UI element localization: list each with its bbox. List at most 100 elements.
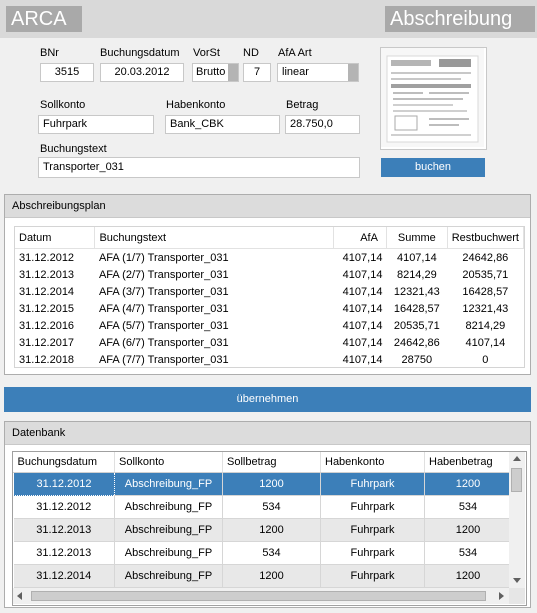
db-cell-sollkonto[interactable]: Abschreibung_FP: [114, 472, 223, 496]
dropdown-arrow-icon[interactable]: [348, 64, 358, 81]
db-cell-habenkonto[interactable]: Fuhrpark: [320, 564, 425, 588]
plan-cell-rest: 8214,29: [465, 319, 506, 332]
db-cell-habenkonto[interactable]: Fuhrpark: [320, 495, 425, 519]
plan-table: Datum Buchungstext AfA Summe Restbuchwer…: [15, 227, 525, 368]
plan-cell-summe: 4107,14: [396, 251, 437, 264]
scrollbar-thumb-horizontal[interactable]: [31, 591, 486, 601]
buchungstext-field[interactable]: Transporter_031: [38, 157, 360, 178]
nd-field[interactable]: 7: [243, 63, 271, 82]
plan-cell-afa: 4107,14: [342, 285, 383, 298]
datenbank-panel: Datenbank Buchungsdatum Sollkonto Sollbe…: [4, 421, 531, 608]
db-cell-sollkonto[interactable]: Abschreibung_FP: [114, 518, 223, 542]
col-restbuchwert[interactable]: Restbuchwert: [447, 227, 525, 249]
nd-label: ND: [243, 47, 259, 59]
db-cell-sollkonto[interactable]: Abschreibung_FP: [114, 495, 223, 519]
plan-row[interactable]: 31.12.2013 AFA (2/7) Transporter_031 410…: [15, 266, 524, 283]
plan-cell-afa: 4107,14: [342, 251, 383, 264]
scroll-left-icon[interactable]: [17, 592, 22, 600]
db-row-selected[interactable]: 31.12.2012 Abschreibung_FP 1200 Fuhrpark…: [13, 472, 512, 496]
vorst-dropdown[interactable]: Brutto: [192, 63, 239, 82]
plan-cell-datum: 31.12.2016: [19, 319, 75, 332]
abschreibungsplan-title: Abschreibungsplan: [5, 195, 530, 218]
db-cell-habenkonto[interactable]: Fuhrpark: [320, 541, 425, 565]
db-cell-datum[interactable]: 31.12.2014: [13, 564, 115, 588]
plan-row[interactable]: 31.12.2012 AFA (1/7) Transporter_031 410…: [15, 249, 524, 267]
db-cell-habenbetrag[interactable]: 1200: [424, 564, 512, 588]
db-cell-sollkonto[interactable]: Abschreibung_FP: [114, 564, 223, 588]
receipt-thumbnail-image[interactable]: [380, 47, 487, 150]
plan-cell-rest: 24642,86: [462, 251, 509, 264]
bnr-field[interactable]: 3515: [40, 63, 94, 82]
scroll-right-icon[interactable]: [499, 592, 504, 600]
db-cell-sollbetrag[interactable]: 534: [222, 541, 321, 565]
db-cell-sollbetrag[interactable]: 1200: [222, 564, 321, 588]
col-buchungstext[interactable]: Buchungstext: [94, 227, 335, 249]
plan-row[interactable]: 31.12.2015 AFA (4/7) Transporter_031 410…: [15, 300, 524, 317]
scroll-down-icon[interactable]: [513, 578, 521, 583]
col-sollkonto[interactable]: Sollkonto: [114, 452, 223, 473]
db-cell-datum[interactable]: 31.12.2013: [13, 541, 115, 565]
plan-row[interactable]: 31.12.2016 AFA (5/7) Transporter_031 410…: [15, 317, 524, 334]
plan-row[interactable]: 31.12.2018 AFA (7/7) Transporter_031 410…: [15, 351, 524, 368]
db-row[interactable]: 31.12.2013 Abschreibung_FP 1200 Fuhrpark…: [13, 518, 512, 542]
dropdown-arrow-icon[interactable]: [228, 64, 238, 81]
datenbank-grid[interactable]: Buchungsdatum Sollkonto Sollbetrag Haben…: [12, 451, 527, 606]
habenkonto-field[interactable]: Bank_CBK: [165, 115, 280, 134]
receipt-icon: [381, 48, 484, 147]
col-sollbetrag[interactable]: Sollbetrag: [222, 452, 321, 473]
plan-cell-afa: 4107,14: [342, 268, 383, 281]
header-bar: ARCA Abschreibung: [0, 0, 537, 38]
db-table: Buchungsdatum Sollkonto Sollbetrag Haben…: [13, 452, 512, 588]
db-cell-habenbetrag[interactable]: 1200: [424, 518, 512, 542]
plan-cell-text: AFA (2/7) Transporter_031: [98, 268, 229, 281]
scroll-up-icon[interactable]: [513, 456, 521, 461]
buchungsdatum-field[interactable]: 20.03.2012: [100, 63, 184, 82]
db-cell-sollbetrag[interactable]: 534: [222, 495, 321, 519]
col-habenbetrag[interactable]: Habenbetrag: [424, 452, 512, 473]
db-cell-sollkonto[interactable]: Abschreibung_FP: [114, 541, 223, 565]
plan-cell-rest: 20535,71: [462, 268, 509, 281]
bnr-label: BNr: [40, 47, 59, 59]
col-habenkonto[interactable]: Habenkonto: [320, 452, 425, 473]
scrollbar-thumb[interactable]: [511, 468, 522, 492]
plan-row[interactable]: 31.12.2017 AFA (6/7) Transporter_031 410…: [15, 334, 524, 351]
db-cell-habenbetrag[interactable]: 1200: [424, 472, 512, 496]
db-cell-datum[interactable]: 31.12.2013: [13, 518, 115, 542]
plan-cell-summe: 28750: [401, 353, 433, 366]
plan-cell-text: AFA (1/7) Transporter_031: [98, 251, 229, 264]
plan-header-row: Datum Buchungstext AfA Summe Restbuchwer…: [15, 227, 525, 249]
buchen-button[interactable]: buchen: [381, 158, 485, 177]
db-cell-sollbetrag[interactable]: 1200: [222, 518, 321, 542]
horizontal-scrollbar[interactable]: [13, 588, 509, 604]
db-cell-habenbetrag[interactable]: 534: [424, 495, 512, 519]
plan-row[interactable]: 31.12.2014 AFA (3/7) Transporter_031 410…: [15, 283, 524, 300]
db-row[interactable]: 31.12.2013 Abschreibung_FP 534 Fuhrpark …: [13, 541, 512, 565]
sollkonto-label: Sollkonto: [40, 99, 86, 111]
col-buchungsdatum[interactable]: Buchungsdatum: [13, 452, 115, 473]
plan-cell-text: AFA (7/7) Transporter_031: [98, 353, 229, 366]
uebernehmen-button[interactable]: übernehmen: [4, 387, 531, 412]
scrollbar-corner: [509, 588, 525, 604]
buchungstext-label: Buchungstext: [40, 143, 107, 155]
col-summe[interactable]: Summe: [386, 227, 448, 249]
db-row[interactable]: 31.12.2012 Abschreibung_FP 534 Fuhrpark …: [13, 495, 512, 519]
col-datum[interactable]: Datum: [15, 227, 96, 249]
plan-cell-datum: 31.12.2015: [19, 302, 75, 315]
db-cell-datum[interactable]: 31.12.2012: [13, 495, 115, 519]
afa-art-dropdown[interactable]: linear: [277, 63, 359, 82]
plan-cell-text: AFA (6/7) Transporter_031: [98, 336, 229, 349]
db-cell-datum[interactable]: 31.12.2012: [13, 472, 115, 496]
sollkonto-field[interactable]: Fuhrpark: [38, 115, 154, 134]
vertical-scrollbar[interactable]: [509, 452, 525, 588]
afa-art-label: AfA Art: [278, 47, 312, 59]
db-cell-habenbetrag[interactable]: 534: [424, 541, 512, 565]
db-cell-sollbetrag[interactable]: 1200: [222, 472, 321, 496]
db-cell-habenkonto[interactable]: Fuhrpark: [320, 472, 425, 496]
vorst-value: Brutto: [196, 66, 226, 78]
db-cell-habenkonto[interactable]: Fuhrpark: [320, 518, 425, 542]
plan-cell-datum: 31.12.2013: [19, 268, 75, 281]
betrag-field[interactable]: 28.750,0: [285, 115, 360, 134]
col-afa[interactable]: AfA: [333, 227, 387, 249]
db-row[interactable]: 31.12.2014 Abschreibung_FP 1200 Fuhrpark…: [13, 564, 512, 588]
abschreibungsplan-list[interactable]: Datum Buchungstext AfA Summe Restbuchwer…: [14, 226, 525, 368]
